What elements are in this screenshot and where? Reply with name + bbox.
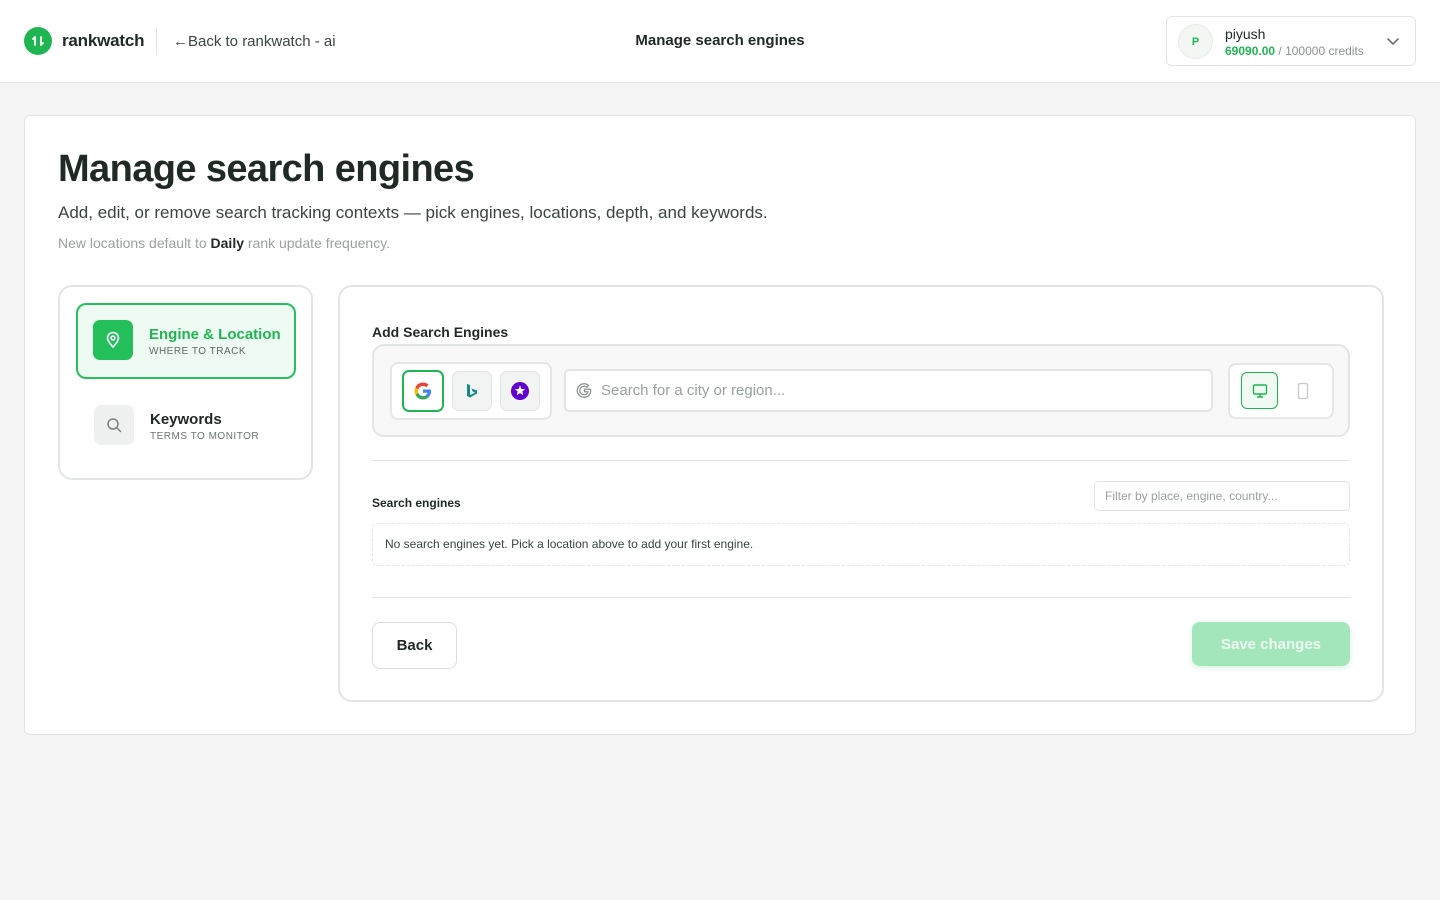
note-frequency: Daily [210, 235, 244, 251]
chevron-down-icon [1387, 38, 1399, 45]
map-pin-icon [93, 320, 133, 360]
back-button[interactable]: Back [372, 622, 457, 669]
brand-name[interactable]: rankwatch [62, 31, 144, 51]
mobile-device-button[interactable] [1284, 372, 1321, 409]
section-divider [372, 460, 1350, 461]
credits-current: 69090.00 [1225, 44, 1276, 58]
bing-engine-button[interactable] [452, 371, 492, 411]
avatar: P [1178, 24, 1213, 59]
step-title: Engine & Location [149, 326, 281, 343]
credits-display: 69090.00 / 100000 credits [1225, 44, 1364, 58]
search-icon [94, 405, 134, 445]
step-keywords[interactable]: Keywords TERMS TO MONITOR [76, 387, 296, 463]
footer-divider [372, 597, 1350, 598]
header-divider [156, 28, 157, 55]
step-engine-location[interactable]: Engine & Location WHERE TO TRACK [76, 303, 296, 379]
location-search-field[interactable] [564, 369, 1213, 412]
page-title: Manage search engines [58, 148, 475, 190]
step-subtitle: TERMS TO MONITOR [150, 431, 260, 442]
google-g-icon [576, 383, 592, 398]
desktop-device-button[interactable] [1241, 372, 1278, 409]
page-note: New locations default to Daily rank upda… [58, 235, 390, 251]
step-title: Keywords [150, 411, 222, 428]
yahoo-engine-button[interactable] [500, 371, 540, 411]
google-icon [414, 382, 431, 400]
device-selector [1228, 363, 1334, 419]
mobile-icon [1297, 382, 1308, 399]
note-suffix: rank update frequency. [244, 235, 391, 251]
engine-filter-input[interactable] [1094, 481, 1350, 511]
bing-icon [467, 384, 477, 398]
engine-config-panel: Add Search Engines Search for a city or … [338, 285, 1384, 702]
search-engines-label: Search engines [372, 496, 461, 510]
step-subtitle: WHERE TO TRACK [149, 346, 247, 357]
rankwatch-logo-icon[interactable] [24, 27, 52, 55]
user-name: piyush [1225, 26, 1266, 42]
user-menu[interactable]: P piyush 69090.00 / 100000 credits [1166, 16, 1416, 66]
note-prefix: New locations default to [58, 235, 211, 251]
credits-total: / 100000 credits [1278, 44, 1364, 58]
google-engine-button[interactable] [402, 370, 444, 412]
add-engine-bar [372, 344, 1350, 437]
main-card: Manage search engines Add, edit, or remo… [24, 115, 1416, 735]
desktop-icon [1252, 383, 1267, 398]
steps-panel: Engine & Location WHERE TO TRACK Keyword… [58, 285, 313, 480]
header-title: Manage search engines [635, 32, 805, 49]
page-subtitle: Add, edit, or remove search tracking con… [58, 203, 768, 222]
save-changes-button[interactable]: Save changes [1192, 622, 1350, 666]
back-to-app-link[interactable]: ←Back to rankwatch - ai [173, 33, 336, 50]
engine-selector [390, 362, 552, 420]
add-engines-label: Add Search Engines [372, 324, 509, 340]
top-bar: rankwatch ←Back to rankwatch - ai Manage… [0, 0, 1440, 83]
location-search-input[interactable] [601, 371, 1201, 410]
yahoo-icon [511, 382, 529, 400]
empty-state-message: No search engines yet. Pick a location a… [372, 523, 1350, 566]
